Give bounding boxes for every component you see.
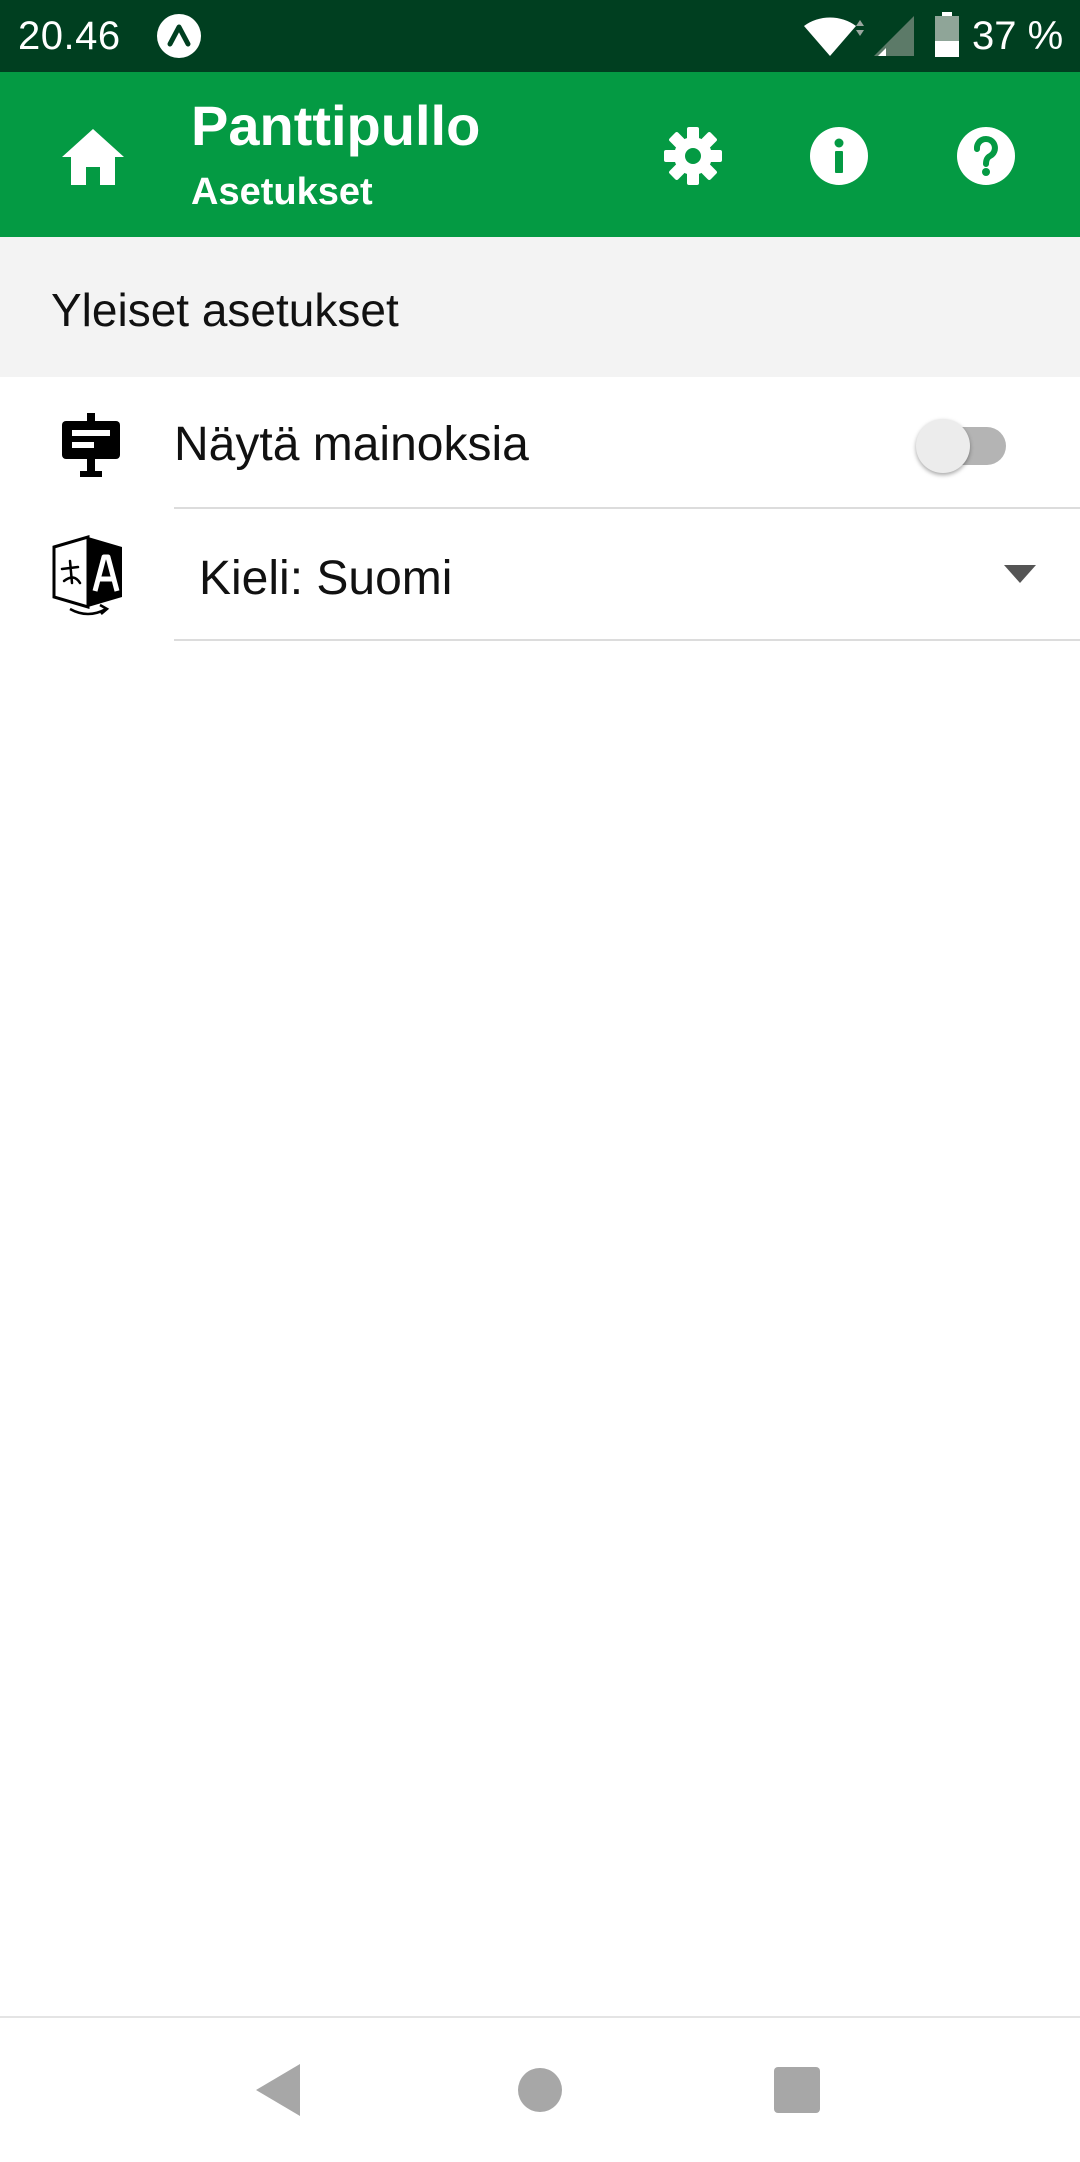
app-notification-icon — [157, 14, 201, 58]
recents-button[interactable] — [765, 2058, 829, 2122]
language-select[interactable]: Kieli: Suomi — [174, 509, 1080, 639]
recents-square-icon — [774, 2067, 820, 2113]
info-button[interactable] — [808, 125, 870, 187]
back-button[interactable] — [246, 2058, 310, 2122]
show-ads-label: Näytä mainoksia — [174, 418, 529, 471]
battery-icon — [935, 12, 959, 57]
billboard-icon — [62, 413, 120, 477]
gear-icon — [664, 127, 722, 185]
language-row: Kieli: Suomi — [0, 509, 1080, 641]
row-divider — [174, 639, 1080, 641]
home-icon — [62, 129, 124, 185]
translate-icon — [52, 534, 122, 616]
status-bar: 20.46 37 % — [0, 0, 1080, 72]
section-header: Yleiset asetukset — [0, 237, 1080, 377]
settings-button[interactable] — [662, 125, 724, 187]
home-button[interactable] — [60, 127, 126, 187]
status-time: 20.46 — [18, 14, 121, 58]
info-icon — [810, 127, 868, 185]
nav-home-button[interactable] — [508, 2058, 572, 2122]
help-icon — [957, 127, 1015, 185]
cell-signal-icon — [874, 16, 914, 56]
battery-percentage: 37 % — [972, 14, 1064, 58]
help-button[interactable] — [955, 125, 1017, 187]
show-ads-row[interactable]: Näytä mainoksia — [0, 377, 1080, 509]
navigation-bar — [0, 2016, 1080, 2162]
back-triangle-icon — [256, 2064, 300, 2116]
wifi-icon — [804, 17, 864, 56]
language-value: Kieli: Suomi — [199, 552, 453, 605]
app-bar: Panttipullo Asetukset — [0, 72, 1080, 237]
app-title: Panttipullo — [191, 94, 481, 157]
page-subtitle: Asetukset — [191, 171, 373, 213]
chevron-down-icon — [1004, 565, 1036, 583]
toggle-thumb — [916, 419, 970, 473]
section-title: Yleiset asetukset — [51, 284, 399, 336]
home-circle-icon — [518, 2068, 562, 2112]
show-ads-toggle[interactable] — [912, 417, 1012, 473]
